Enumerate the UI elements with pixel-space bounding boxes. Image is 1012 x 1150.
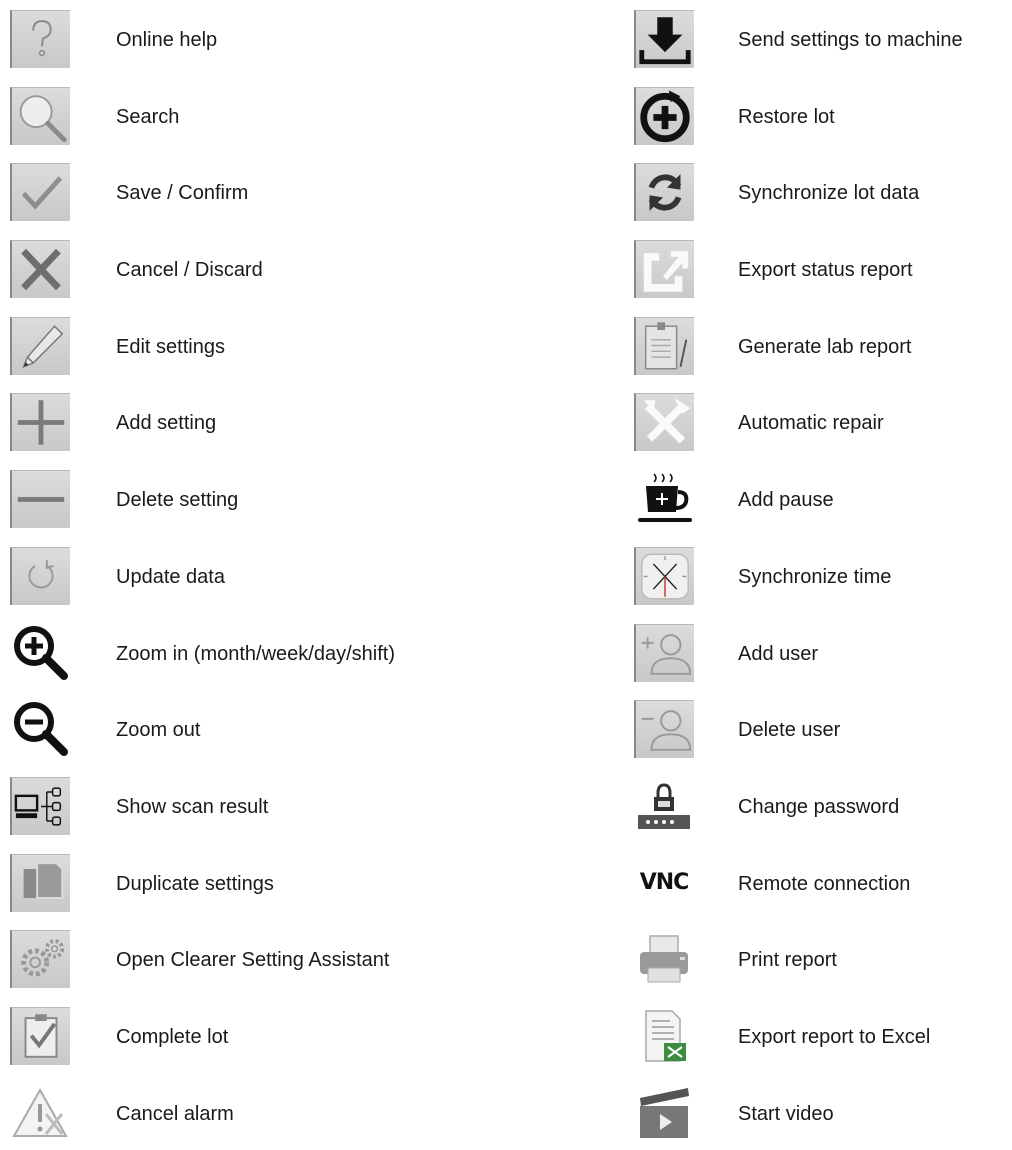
alarm-cancel-icon (10, 1083, 70, 1142)
legend-label: Synchronize time (738, 565, 892, 588)
magnifier-icon (10, 86, 70, 145)
legend-label: Cancel alarm (116, 1102, 234, 1125)
legend-row-send-settings: Send settings to machine (628, 0, 1012, 77)
refresh-icon (10, 546, 70, 605)
question-icon (10, 10, 70, 68)
legend-label: Synchronize lot data (738, 182, 920, 205)
zoom-out-icon (10, 700, 70, 759)
legend-row-add-setting: Add setting (0, 383, 500, 460)
legend-row-update-data: Update data (0, 537, 500, 614)
legend-row-sync-lot-data: Synchronize lot data (628, 153, 1012, 230)
legend-label: Print report (738, 949, 837, 972)
legend-row-save-confirm: Save / Confirm (0, 153, 500, 230)
legend-label: Delete user (738, 719, 841, 742)
delete-user-icon (634, 700, 694, 759)
icon-legend-right-column: Send settings to machine Restore lot Syn… (628, 0, 1012, 1150)
printer-icon (634, 930, 694, 989)
legend-row-zoom-in: Zoom in (month/week/day/shift) (0, 614, 500, 691)
legend-label: Complete lot (116, 1025, 229, 1048)
tools-icon (634, 393, 694, 452)
legend-row-lab-report: Generate lab report (628, 307, 1012, 384)
download-icon (634, 10, 694, 68)
legend-label: Export report to Excel (738, 1025, 931, 1048)
legend-label: Export status report (738, 259, 913, 282)
sync-icon (634, 163, 694, 222)
legend-label: Search (116, 105, 180, 128)
legend-label: Zoom out (116, 719, 201, 742)
legend-row-sync-time: Synchronize time (628, 537, 1012, 614)
add-user-icon (634, 623, 694, 682)
legend-label: Delete setting (116, 489, 239, 512)
legend-label: Add pause (738, 489, 834, 512)
legend-row-export-status: Export status report (628, 230, 1012, 307)
legend-label: Start video (738, 1102, 834, 1125)
scan-result-icon (10, 776, 70, 835)
password-icon (634, 776, 694, 835)
excel-icon (634, 1006, 694, 1065)
legend-row-print-report: Print report (628, 920, 1012, 997)
legend-label: Automatic repair (738, 412, 884, 435)
legend-label: Restore lot (738, 105, 835, 128)
vnc-icon: VNC (634, 853, 694, 912)
minus-icon (10, 470, 70, 529)
legend-row-change-password: Change password (628, 767, 1012, 844)
legend-row-search: Search (0, 77, 500, 154)
legend-label: Cancel / Discard (116, 259, 263, 282)
legend-label: Open Clearer Setting Assistant (116, 949, 390, 972)
legend-row-export-excel: Export report to Excel (628, 997, 1012, 1074)
legend-label: Send settings to machine (738, 29, 963, 51)
legend-label: Online help (116, 29, 218, 51)
export-icon (634, 240, 694, 299)
cross-icon (10, 240, 70, 299)
legend-row-show-scan-result: Show scan result (0, 767, 500, 844)
clock-icon (634, 546, 694, 605)
legend-row-complete-lot: Complete lot (0, 997, 500, 1074)
zoom-in-icon (10, 623, 70, 682)
legend-row-duplicate-settings: Duplicate settings (0, 844, 500, 921)
legend-row-delete-user: Delete user (628, 690, 1012, 767)
pencil-icon (10, 316, 70, 375)
legend-row-cancel-alarm: Cancel alarm (0, 1074, 500, 1150)
legend-label: Update data (116, 565, 225, 588)
legend-label: Duplicate settings (116, 872, 274, 895)
legend-row-edit-settings: Edit settings (0, 307, 500, 384)
clipboard-check-icon (10, 1006, 70, 1065)
legend-row-add-user: Add user (628, 614, 1012, 691)
legend-row-clearer-setting-assistant: Open Clearer Setting Assistant (0, 920, 500, 997)
lab-report-icon (634, 316, 694, 375)
legend-label: Generate lab report (738, 335, 912, 358)
restore-icon (634, 86, 694, 145)
legend-label: Zoom in (month/week/day/shift) (116, 642, 395, 665)
legend-row-online-help: Online help (0, 0, 500, 77)
legend-label: Show scan result (116, 795, 269, 818)
checkmark-icon (10, 163, 70, 222)
video-icon (634, 1083, 694, 1142)
legend-row-delete-setting: Delete setting (0, 460, 500, 537)
legend-label: Add user (738, 642, 819, 665)
coffee-cup-icon (634, 470, 694, 529)
legend-label: Save / Confirm (116, 182, 249, 205)
duplicate-icon (10, 853, 70, 912)
icon-legend-left-column: Online help Search Save / Confirm Cancel… (0, 0, 500, 1150)
legend-label: Add setting (116, 412, 217, 435)
legend-row-restore-lot: Restore lot (628, 77, 1012, 154)
legend-row-add-pause: Add pause (628, 460, 1012, 537)
legend-label: Edit settings (116, 335, 225, 358)
legend-label: Remote connection (738, 872, 911, 895)
legend-row-remote-connection: VNC Remote connection (628, 844, 1012, 921)
legend-row-cancel-discard: Cancel / Discard (0, 230, 500, 307)
legend-row-start-video: Start video (628, 1074, 1012, 1150)
gears-icon (10, 930, 70, 989)
plus-icon (10, 393, 70, 452)
legend-label: Change password (738, 795, 900, 818)
legend-row-automatic-repair: Automatic repair (628, 383, 1012, 460)
legend-row-zoom-out: Zoom out (0, 690, 500, 767)
